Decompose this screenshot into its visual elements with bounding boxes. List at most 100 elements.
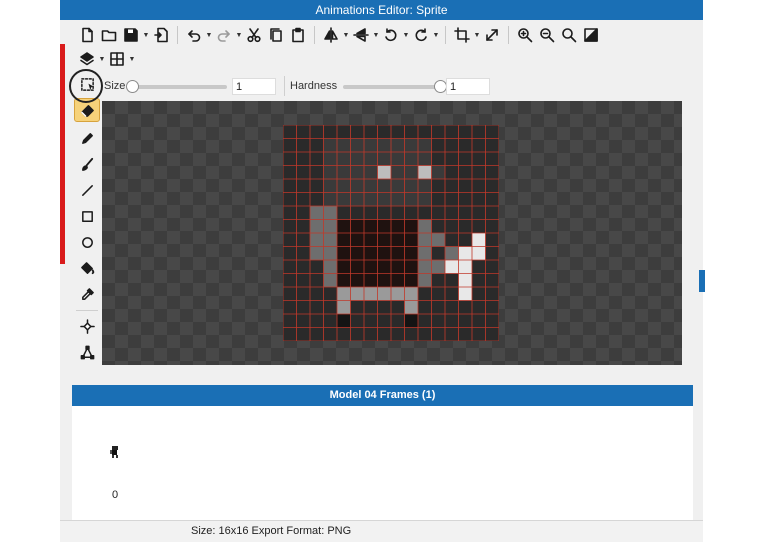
- sprite-pixel: [391, 152, 405, 166]
- paste-icon[interactable]: [287, 24, 309, 46]
- sprite-pixel: [310, 233, 324, 247]
- cursor-highlight: [69, 69, 103, 103]
- sprite-pixel: [391, 192, 405, 206]
- sprite-pixel: [337, 179, 351, 193]
- sprite-pixel: [350, 138, 364, 152]
- side-accent-strip: [60, 44, 65, 264]
- crop-icon[interactable]: [451, 24, 473, 46]
- sprite-pixel: [323, 273, 337, 287]
- sprite-pixel: [364, 192, 378, 206]
- rotate-left-dropdown-icon[interactable]: ▼: [402, 24, 410, 46]
- tools-sidebar: [72, 70, 102, 380]
- toggle-background-icon[interactable]: [580, 24, 602, 46]
- sprite-pixel: [445, 260, 459, 274]
- flip-vertical-icon[interactable]: [350, 24, 372, 46]
- sprite-pixel: [418, 273, 432, 287]
- frame-thumbnail[interactable]: [110, 446, 120, 458]
- layers-dropdown-icon[interactable]: ▼: [98, 48, 106, 70]
- move-point-tool-icon[interactable]: [74, 314, 100, 338]
- sprite-pixel: [391, 165, 405, 179]
- sprite-pixel: [337, 152, 351, 166]
- save-icon[interactable]: [120, 24, 142, 46]
- sprite-pixel: [337, 287, 351, 301]
- sprite-pixel: [337, 138, 351, 152]
- hardness-slider[interactable]: [343, 85, 439, 89]
- redo-icon[interactable]: [213, 24, 235, 46]
- undo-icon[interactable]: [183, 24, 205, 46]
- zoom-fit-icon[interactable]: [558, 24, 580, 46]
- sprite-pixel: [323, 152, 337, 166]
- grid-icon[interactable]: [106, 48, 128, 70]
- size-input[interactable]: 1: [232, 78, 276, 95]
- sprite-pixel: [431, 165, 445, 179]
- toolbar-separator: [177, 26, 178, 44]
- save-dropdown-icon[interactable]: ▼: [142, 24, 150, 46]
- sprite-pixel: [337, 165, 351, 179]
- open-folder-icon[interactable]: [98, 24, 120, 46]
- rotate-right-icon[interactable]: [410, 24, 432, 46]
- ellipse-tool-icon[interactable]: [74, 230, 100, 254]
- size-slider[interactable]: [131, 85, 227, 89]
- sprite-pixel: [323, 165, 337, 179]
- sprite-pixel: [350, 246, 364, 260]
- redo-dropdown-icon[interactable]: ▼: [235, 24, 243, 46]
- rectangle-tool-icon[interactable]: [74, 204, 100, 228]
- grid-dropdown-icon[interactable]: ▼: [128, 48, 136, 70]
- nodes-tool-icon[interactable]: [74, 340, 100, 364]
- sprite-pixel: [445, 246, 459, 260]
- options-separator: [284, 76, 285, 96]
- sprite-pixel: [404, 165, 418, 179]
- crop-dropdown-icon[interactable]: ▼: [473, 24, 481, 46]
- sprite-pixel: [377, 287, 391, 301]
- sprite-pixel: [350, 233, 364, 247]
- sprite-pixel: [404, 138, 418, 152]
- sprite-pixel: [350, 219, 364, 233]
- fill-bucket-tool-icon[interactable]: [74, 256, 100, 280]
- flip-h-dropdown-icon[interactable]: ▼: [342, 24, 350, 46]
- hardness-input[interactable]: 1: [446, 78, 490, 95]
- new-file-icon[interactable]: [76, 24, 98, 46]
- sprite-pixel: [458, 273, 472, 287]
- sprite-pixel: [377, 219, 391, 233]
- sprite-pixel: [323, 246, 337, 260]
- brush-tool-icon[interactable]: [74, 152, 100, 176]
- sprite-pixel: [418, 165, 432, 179]
- sprite-pixel: [310, 246, 324, 260]
- zoom-in-icon[interactable]: [514, 24, 536, 46]
- flip-v-dropdown-icon[interactable]: ▼: [372, 24, 380, 46]
- flip-horizontal-icon[interactable]: [320, 24, 342, 46]
- hardness-label: Hardness: [290, 80, 338, 92]
- sprite-pixel: [364, 260, 378, 274]
- right-edge-tab: [699, 270, 705, 292]
- sprite-pixel: [337, 260, 351, 274]
- sprite-pixel: [323, 219, 337, 233]
- sprite-pixel: [337, 314, 351, 328]
- undo-dropdown-icon[interactable]: ▼: [205, 24, 213, 46]
- sprite-pixel: [404, 233, 418, 247]
- export-icon[interactable]: [150, 24, 172, 46]
- zoom-out-icon[interactable]: [536, 24, 558, 46]
- line-tool-icon[interactable]: [74, 178, 100, 202]
- eyedropper-tool-icon[interactable]: [74, 282, 100, 306]
- sprite-pixel: [310, 219, 324, 233]
- sprite-pixel: [458, 246, 472, 260]
- resize-icon[interactable]: [481, 24, 503, 46]
- sprite-pixel: [418, 152, 432, 166]
- layers-icon[interactable]: [76, 48, 98, 70]
- size-slider-knob[interactable]: [126, 80, 139, 93]
- cut-icon[interactable]: [243, 24, 265, 46]
- sprite-pixel: [418, 260, 432, 274]
- secondary-toolbar: ▼ ▼: [76, 48, 136, 70]
- rotate-left-icon[interactable]: [380, 24, 402, 46]
- sprite-pixel: [404, 192, 418, 206]
- rotate-right-dropdown-icon[interactable]: ▼: [432, 24, 440, 46]
- status-text: Size: 16x16 Export Format: PNG: [191, 525, 352, 537]
- sprite-pixel: [377, 246, 391, 260]
- copy-icon[interactable]: [265, 24, 287, 46]
- sprite-pixel: [391, 246, 405, 260]
- pencil-tool-icon[interactable]: [74, 126, 100, 150]
- sprite-pixel: [472, 233, 486, 247]
- sprite-pixel: [391, 219, 405, 233]
- sprite-pixel: [350, 152, 364, 166]
- sprite-canvas[interactable]: [283, 125, 499, 341]
